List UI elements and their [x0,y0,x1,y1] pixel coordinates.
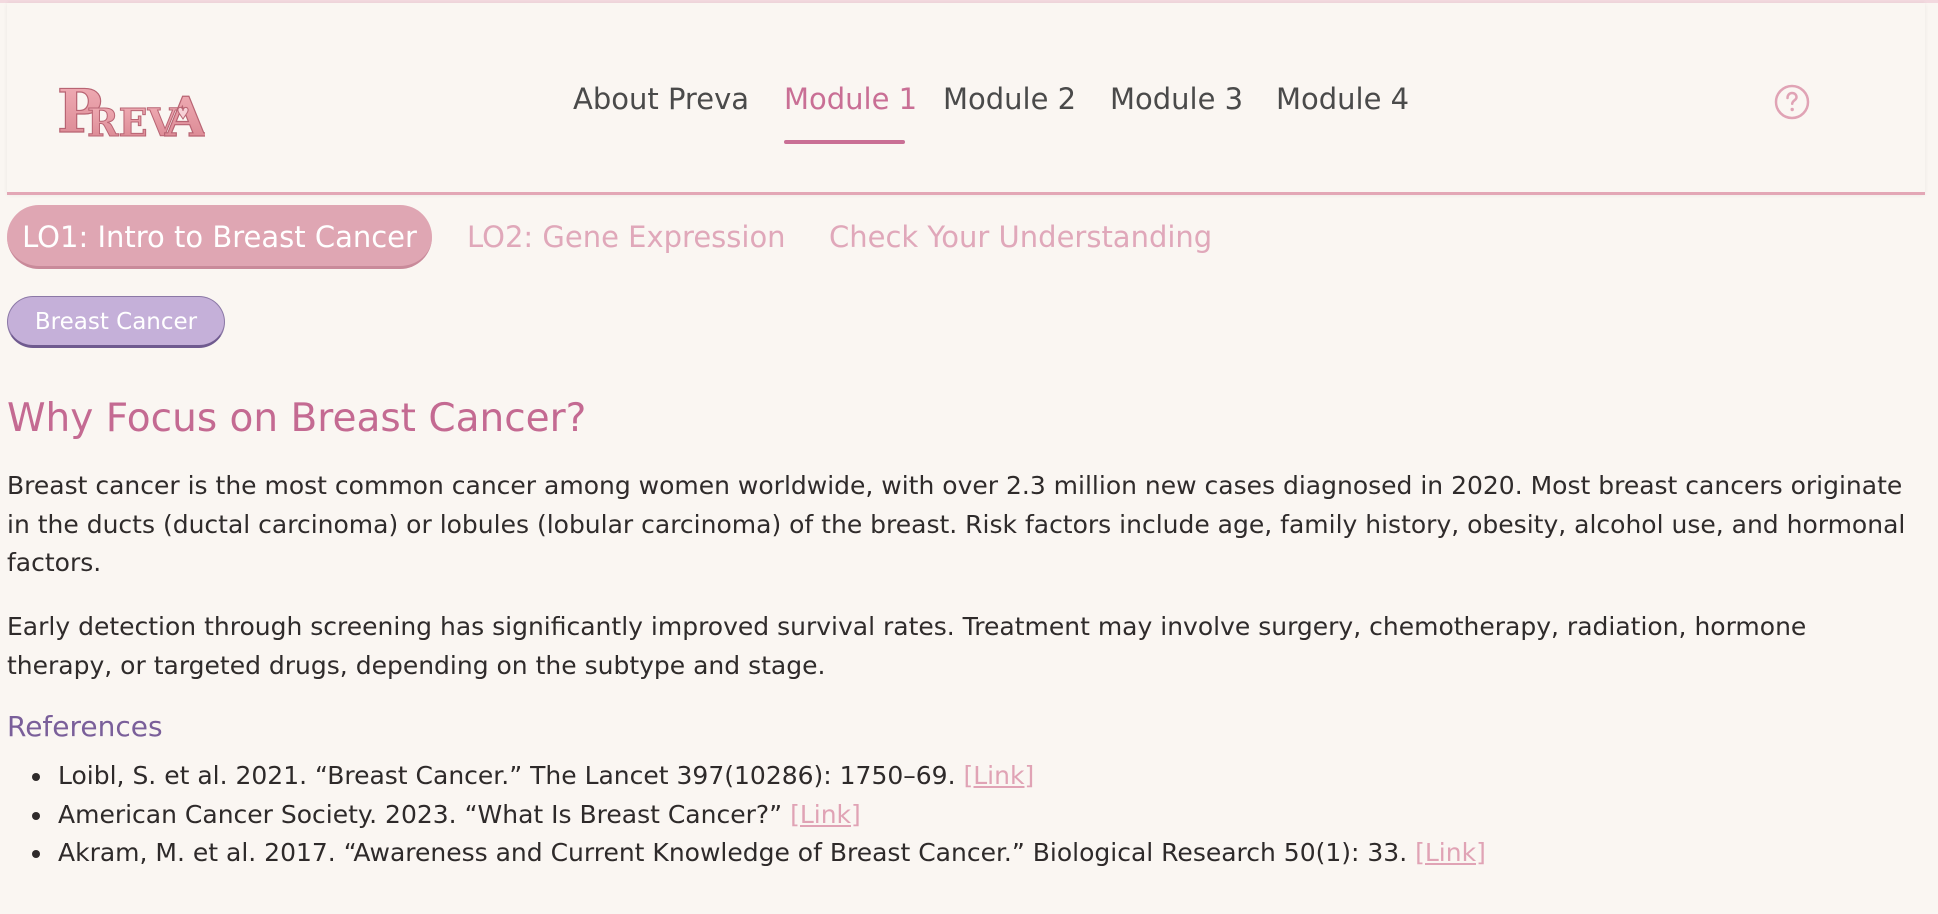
topic-badge[interactable]: Breast Cancer [7,296,225,348]
reference-text: Loibl, S. et al. 2021. “Breast Cancer.” … [58,761,956,790]
reference-item: Loibl, S. et al. 2021. “Breast Cancer.” … [30,757,1830,796]
question-circle-icon[interactable] [1774,84,1810,120]
nav-module-1[interactable]: Module 1 [784,82,917,116]
paragraph-intro: Breast cancer is the most common cancer … [7,471,1906,577]
tab-check-understanding[interactable]: Check Your Understanding [829,205,1212,269]
references-list: Loibl, S. et al. 2021. “Breast Cancer.” … [30,757,1830,873]
nav-module-4[interactable]: Module 4 [1276,82,1409,116]
reference-link[interactable]: [Link] [1415,838,1486,867]
reference-item: American Cancer Society. 2023. “What Is … [30,796,1830,835]
reference-link[interactable]: [Link] [964,761,1035,790]
tab-lo1-intro[interactable]: LO1: Intro to Breast Cancer [7,205,432,269]
reference-text: American Cancer Society. 2023. “What Is … [58,799,783,829]
nav-module-2[interactable]: Module 2 [943,82,1076,116]
reference-item: Akram, M. et al. 2017. “Awareness and Cu… [30,834,1830,873]
bullet-icon [32,850,40,858]
page-title: Why Focus on Breast Cancer? [7,396,587,441]
reference-link[interactable]: [Link] [790,800,861,829]
references-heading: References [7,710,163,743]
learning-objective-tabs: LO1: Intro to Breast Cancer LO2: Gene Ex… [7,205,1407,269]
bullet-icon [32,773,40,781]
bullet-icon [32,811,40,820]
reference-text: Akram, M. et al. 2017. “Awareness and Cu… [58,838,1408,867]
top-navbar: P REV A About Preva Module 1 Module 2 Mo… [7,3,1925,195]
main-nav: About Preva Module 1 Module 2 Module 3 M… [7,3,1925,195]
nav-about-preva[interactable]: About Preva [573,82,749,116]
paragraph-detection: Early detection through screening has si… [7,612,1807,680]
active-nav-underline [784,140,905,144]
tab-lo2-gene-expression[interactable]: LO2: Gene Expression [467,205,786,269]
nav-module-3[interactable]: Module 3 [1110,82,1243,116]
